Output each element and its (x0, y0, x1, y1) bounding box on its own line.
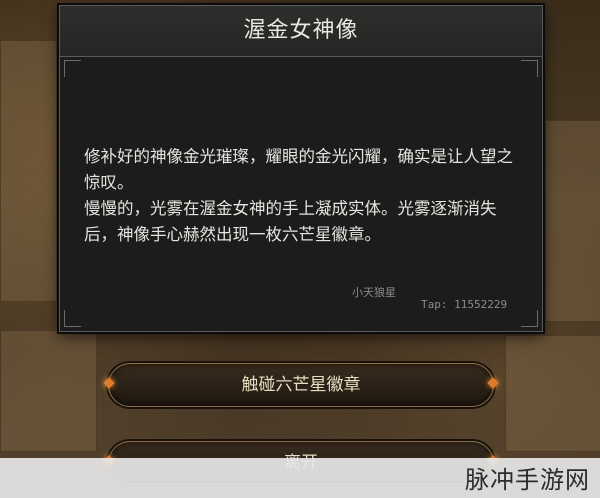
background-building (0, 40, 57, 302)
corner-ornament (521, 310, 538, 327)
watermark-tap-id: Tap: 11552229 (421, 298, 508, 311)
background-building (505, 335, 600, 452)
dialog-paragraph: 慢慢的，光雾在渥金女神的手上凝成实体。光雾逐渐消失后，神像手心赫然出现一枚六芒星… (84, 199, 497, 244)
dialog-paragraph: 修补好的神像金光璀璨，耀眼的金光闪耀，确实是让人望之惊叹。 (84, 147, 513, 192)
corner-ornament (64, 60, 81, 77)
watermark-name: 小天狼星 (352, 286, 396, 299)
touch-badge-button[interactable]: 触碰六芒星徽章 (103, 363, 499, 407)
dialog-body: 修补好的神像金光璀璨，耀眼的金光闪耀，确实是让人望之惊叹。 慢慢的，光雾在渥金女… (84, 144, 524, 248)
touch-badge-label: 触碰六芒星徽章 (241, 375, 361, 395)
corner-ornament (64, 310, 81, 327)
dialog-title: 渥金女神像 (60, 6, 542, 57)
site-watermark: 脉冲手游网 (465, 466, 590, 494)
background-building (0, 330, 97, 452)
event-dialog: 渥金女神像 修补好的神像金光璀璨，耀眼的金光闪耀，确实是让人望之惊叹。 慢慢的，… (59, 5, 543, 332)
corner-ornament (521, 60, 538, 77)
background-building (545, 120, 600, 322)
